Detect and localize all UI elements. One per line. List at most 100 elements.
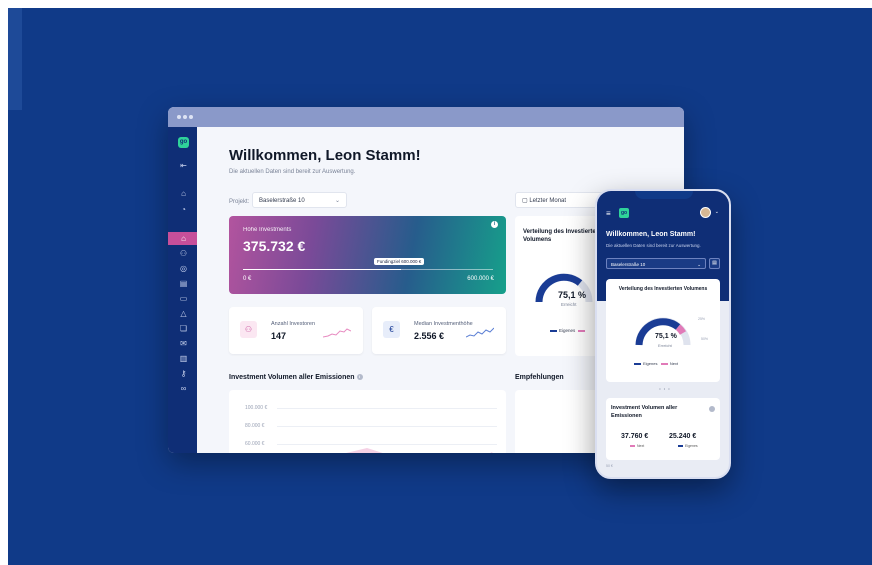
filter-icon[interactable]: ▤ bbox=[709, 258, 720, 269]
sparkline bbox=[466, 327, 494, 338]
avatar[interactable] bbox=[700, 207, 711, 218]
period-select[interactable]: ▢ Letzter Monat bbox=[515, 192, 605, 208]
funding-progress-track bbox=[243, 269, 493, 270]
menu-icon[interactable]: ≡ bbox=[606, 209, 611, 218]
project-label: Projekt: bbox=[229, 199, 250, 205]
app-logo[interactable]: go bbox=[178, 137, 189, 148]
phone-notch bbox=[635, 191, 693, 199]
window-dot-icon bbox=[177, 115, 181, 119]
legend-marker bbox=[634, 362, 641, 365]
project-select-value: Baselerstraße 10 bbox=[259, 198, 305, 204]
key-icon[interactable]: ⚷ bbox=[179, 369, 188, 378]
bell-icon[interactable]: △ bbox=[179, 309, 188, 318]
stat-label: Anzahl Investoren bbox=[271, 321, 316, 327]
distribution-sub: Erreicht bbox=[658, 343, 672, 348]
recommendations-title: Empfehlungen bbox=[515, 374, 564, 381]
stat-value: 147 bbox=[271, 331, 287, 341]
sparkline bbox=[323, 328, 351, 338]
volume-section-title: Investment Volumen aller Emissionen i bbox=[229, 374, 363, 381]
users-icon[interactable]: ⚇ bbox=[179, 249, 188, 258]
gridline bbox=[277, 426, 497, 427]
project-select[interactable]: Baselerstraße 10 ⌄ bbox=[252, 192, 347, 208]
y-tick-label: 100.000 € bbox=[245, 405, 268, 411]
chevron-down-icon[interactable]: ⌄ bbox=[715, 209, 719, 215]
document-icon[interactable]: ▤ bbox=[179, 279, 188, 288]
home-icon[interactable]: ⌂ bbox=[179, 189, 188, 198]
volume-label-next: Next bbox=[630, 444, 644, 448]
volume-chart-area bbox=[346, 448, 493, 453]
window-dot-icon bbox=[183, 115, 187, 119]
page-title: Willkommen, Leon Stamm! bbox=[606, 231, 696, 238]
y-tick-label: 60.000 € bbox=[245, 441, 265, 447]
marketing-background: go ⇤ ⌂ ◔ ⌂ ⚇ ◎ ▤ ▭ △ ❏ ✉ ▥ ⚷ ∞ Willkomme… bbox=[8, 8, 872, 565]
investment-hero-card: Höhe Investments 375.732 € i Fundingziel… bbox=[229, 216, 506, 294]
legend-marker bbox=[678, 445, 683, 448]
stat-card-investors: ⚇ Anzahl Investoren 147 bbox=[229, 307, 363, 354]
chart-icon[interactable]: ▥ bbox=[179, 354, 188, 363]
gift-icon[interactable]: ❏ bbox=[179, 324, 188, 333]
progress-min-label: 0 € bbox=[243, 276, 252, 282]
volume-label-own: Eigenes bbox=[678, 444, 698, 448]
progress-max-label: 600.000 € bbox=[467, 276, 494, 282]
stat-value: 2.556 € bbox=[414, 331, 445, 341]
message-icon[interactable]: ✉ bbox=[179, 339, 188, 348]
volume-chart-card: 100.000 € 80.000 € 60.000 € bbox=[229, 390, 506, 453]
funding-progress-fill bbox=[243, 269, 401, 270]
legend-marker bbox=[550, 329, 557, 332]
window-dot-icon bbox=[189, 115, 193, 119]
distribution-percent: 75,1 % bbox=[655, 333, 677, 340]
y-tick-label: 50 € bbox=[606, 464, 613, 468]
legend-label: Next bbox=[637, 444, 645, 448]
period-select-value: Letzter Monat bbox=[529, 198, 567, 204]
funding-goal-tooltip: Fundingziel 600.000 € bbox=[374, 258, 425, 265]
gauge-label: 25% bbox=[698, 317, 706, 321]
compass-icon[interactable]: ◔ bbox=[179, 205, 188, 214]
legend-marker bbox=[577, 329, 585, 332]
hero-title: Höhe Investments bbox=[243, 227, 292, 233]
page-subtitle: Die aktuellen Daten sind bereit zur Ausw… bbox=[229, 169, 356, 175]
legend-marker bbox=[660, 362, 668, 365]
gridline bbox=[277, 408, 497, 409]
volume-card: Investment Volumen aller Emissionen 37.7… bbox=[606, 398, 720, 460]
hero-value: 375.732 € bbox=[243, 238, 306, 254]
browser-title-bar bbox=[168, 107, 684, 127]
link-icon[interactable]: ∞ bbox=[179, 384, 188, 393]
legend-label: Eigenes bbox=[559, 328, 576, 333]
legend-label: Eigenes bbox=[685, 444, 698, 448]
legend-marker bbox=[630, 445, 635, 448]
y-tick-label: 80.000 € bbox=[245, 423, 265, 429]
project-select-value: Baselerstraße 10 bbox=[611, 262, 646, 267]
home-active-icon[interactable]: ⌂ bbox=[179, 234, 188, 243]
chat-icon[interactable]: ▭ bbox=[179, 294, 188, 303]
distribution-gauge bbox=[635, 317, 691, 346]
stat-card-median: € Median Investmenthöhe 2.556 € bbox=[372, 307, 506, 354]
info-icon[interactable]: i bbox=[356, 374, 363, 381]
chevron-down-icon: ⌄ bbox=[697, 262, 701, 267]
volume-value-own: 25.240 € bbox=[669, 433, 697, 440]
background-accent bbox=[8, 8, 22, 110]
distribution-title: Verteilung des Investierten Volumens bbox=[618, 286, 708, 292]
volume-title-text: Investment Volumen aller Emissionen bbox=[229, 374, 355, 381]
phone-mockup: ≡ go ⌄ Willkommen, Leon Stamm! Die aktue… bbox=[595, 189, 731, 479]
distribution-legend: Eigenes bbox=[550, 328, 587, 333]
volume-value-next: 37.760 € bbox=[621, 433, 649, 440]
distribution-card: Verteilung des Investierten Volumens 75,… bbox=[606, 279, 720, 382]
logout-icon[interactable]: ⇤ bbox=[179, 161, 188, 170]
distribution-legend: Eigenes Next bbox=[634, 361, 678, 366]
distribution-sub: Erreicht bbox=[561, 302, 577, 307]
gauge-label: 50% bbox=[701, 337, 709, 341]
carousel-pager[interactable]: • • • bbox=[597, 386, 729, 391]
info-icon[interactable]: i bbox=[491, 221, 498, 228]
sidebar: go ⇤ ⌂ ◔ ⌂ ⚇ ◎ ▤ ▭ △ ❏ ✉ ▥ ⚷ ∞ bbox=[168, 127, 197, 453]
app-logo[interactable]: go bbox=[619, 208, 629, 218]
page-subtitle: Die aktuellen Daten sind bereit zur Ausw… bbox=[606, 243, 701, 248]
project-select[interactable]: Baselerstraße 10 ⌄ bbox=[606, 258, 706, 269]
volume-title: Investment Volumen aller Emissionen bbox=[611, 405, 678, 419]
stat-label: Median Investmenthöhe bbox=[414, 321, 473, 327]
info-icon[interactable] bbox=[709, 406, 715, 412]
distribution-percent: 75,1 % bbox=[558, 290, 587, 300]
page-title: Willkommen, Leon Stamm! bbox=[229, 147, 421, 164]
users-icon: ⚇ bbox=[240, 321, 257, 338]
coins-icon[interactable]: ◎ bbox=[179, 264, 188, 273]
chevron-down-icon: ⌄ bbox=[334, 198, 340, 204]
